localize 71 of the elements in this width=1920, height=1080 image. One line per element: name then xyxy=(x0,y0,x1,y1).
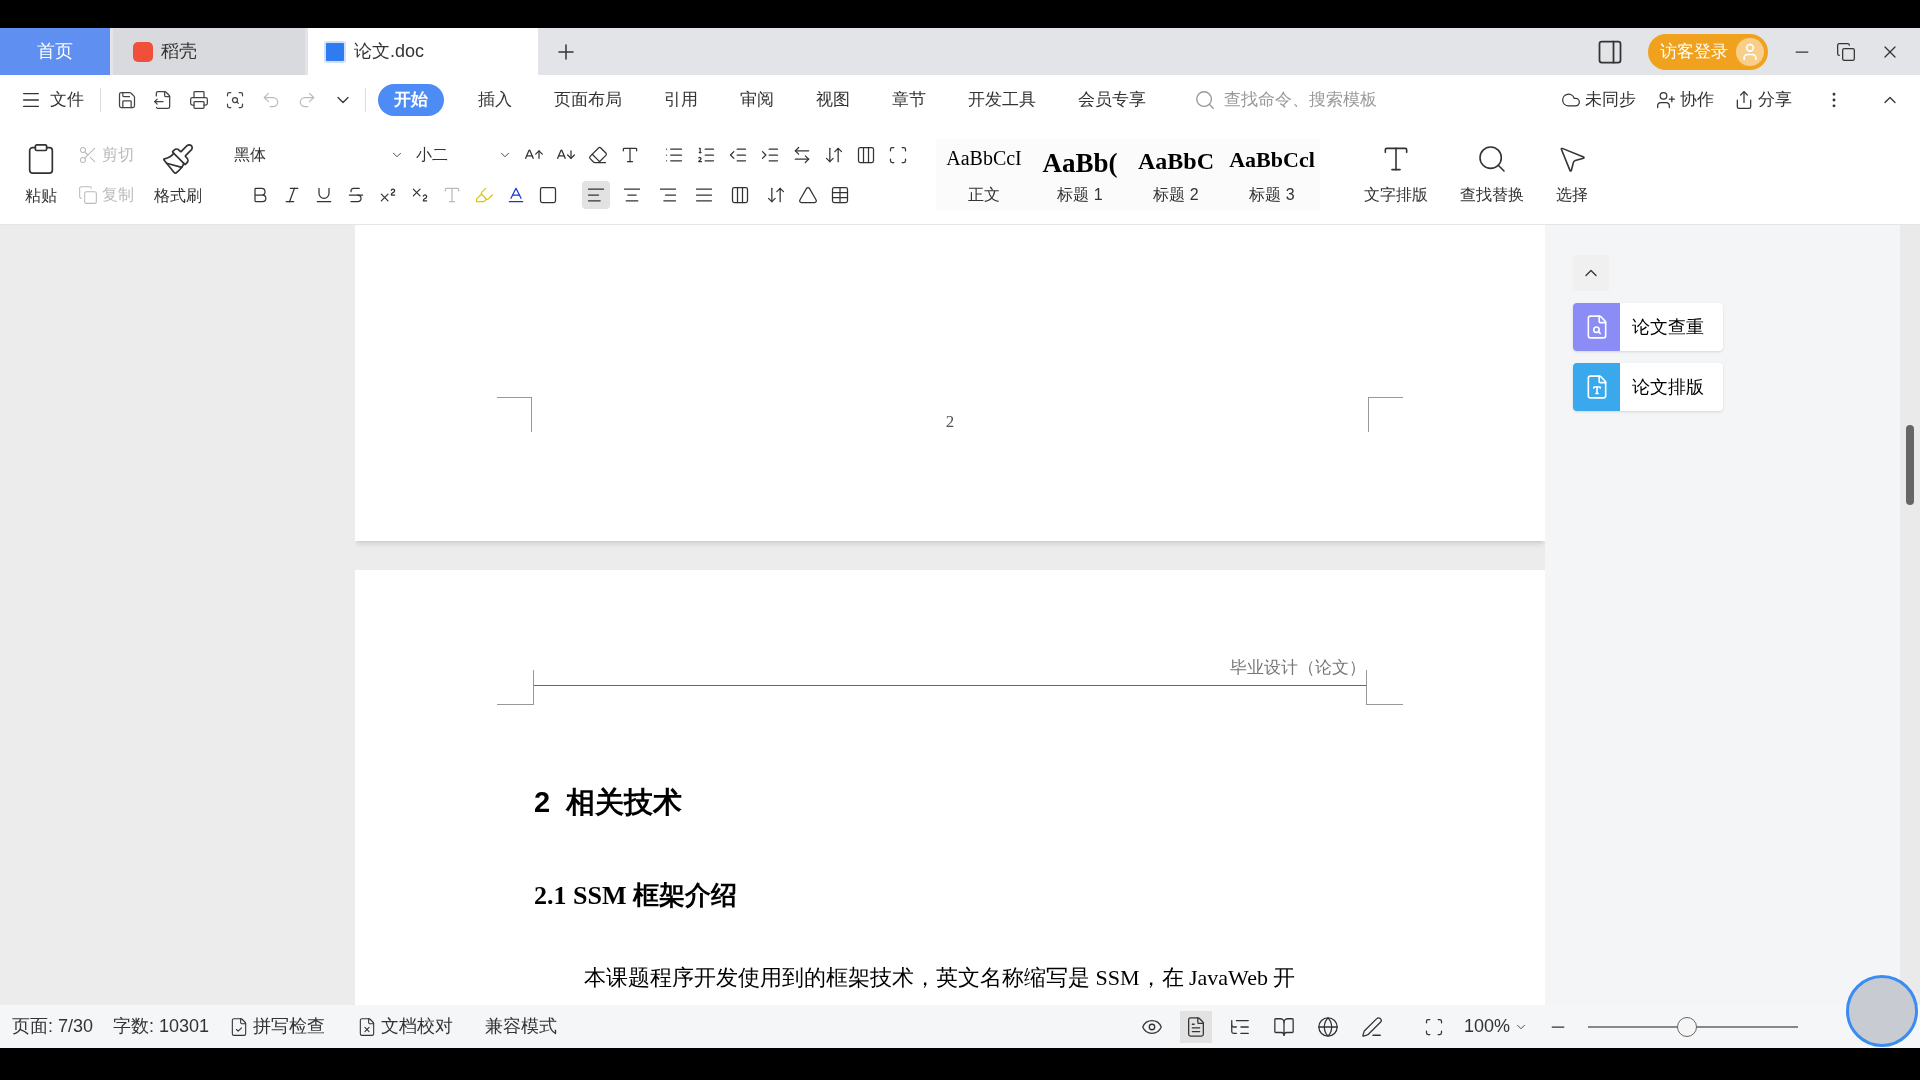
columns-icon[interactable] xyxy=(856,144,876,165)
globe-icon xyxy=(1316,1015,1339,1038)
copy-icon xyxy=(78,184,98,205)
ribbon-tab[interactable]: 引用 xyxy=(656,84,706,116)
font-select[interactable]: 黑体 xyxy=(234,140,404,169)
paste-button[interactable]: 粘贴 xyxy=(16,141,66,208)
page-number: 2 xyxy=(945,411,955,433)
eraser-icon[interactable] xyxy=(588,144,608,165)
menu-action-button[interactable]: 协作 xyxy=(1656,87,1714,113)
restore-icon[interactable] xyxy=(1836,41,1856,62)
slider-thumb[interactable] xyxy=(1677,1016,1698,1037)
compat-mode-label: 兼容模式 xyxy=(485,1015,558,1038)
flame-logo-icon xyxy=(133,41,153,62)
format-painter-button[interactable]: 格式刷 xyxy=(146,141,210,208)
text-direction-icon[interactable] xyxy=(792,144,812,165)
spell-check-button[interactable]: 拼写检查 xyxy=(229,1013,326,1040)
scissors-icon xyxy=(78,144,98,165)
ribbon-tab[interactable]: 视图 xyxy=(808,84,858,116)
character-border-icon[interactable] xyxy=(538,184,558,205)
search-icon xyxy=(1194,89,1216,111)
style-preset[interactable]: AaBbCcl 标题 3 xyxy=(1224,138,1320,211)
avatar-icon xyxy=(1736,37,1764,66)
style-preset[interactable]: AaBb( 标题 1 xyxy=(1032,138,1128,211)
style-preset[interactable]: AaBbCcI 正文 xyxy=(936,138,1032,211)
ribbon-tab[interactable]: 页面布局 xyxy=(546,84,630,116)
proofread-button[interactable]: 文档校对 xyxy=(357,1013,454,1040)
document-tab[interactable]: 稻壳 xyxy=(113,28,305,75)
crop-mark xyxy=(1366,670,1403,705)
brush-icon xyxy=(161,141,195,176)
side-panel-button[interactable]: 论文排版 xyxy=(1573,363,1723,411)
preview-icon[interactable] xyxy=(225,90,245,110)
crop-mark xyxy=(497,397,532,432)
export-icon[interactable] xyxy=(153,90,173,110)
file-menu[interactable]: 文件 xyxy=(20,87,84,113)
font-size-select[interactable]: 小二 xyxy=(416,140,512,169)
align-button[interactable] xyxy=(582,180,610,209)
heading: 2 相关技术 xyxy=(534,784,683,820)
scrollbar-thumb[interactable] xyxy=(1906,425,1914,505)
ribbon-tab[interactable]: 审阅 xyxy=(732,84,782,116)
user-plus-icon xyxy=(1656,90,1676,110)
zoom-slider[interactable] xyxy=(1588,1016,1798,1037)
body-paragraph: 本课题程序开发使用到的框架技术，英文名称缩写是 SSM，在 JavaWeb 开 xyxy=(584,964,1296,992)
ribbon-tab[interactable]: 插入 xyxy=(470,84,520,116)
menu-action-button[interactable]: 分享 xyxy=(1734,87,1792,113)
fit-page-icon[interactable] xyxy=(1423,1016,1444,1037)
page-header: 毕业设计（论文） xyxy=(1230,657,1366,679)
word-count[interactable]: 字数: 10301 xyxy=(113,1013,210,1040)
distribute-icon xyxy=(730,184,750,205)
crop-mark xyxy=(497,670,534,705)
ribbon-tool-button[interactable]: 查找替换 xyxy=(1460,142,1524,207)
save-icon[interactable] xyxy=(117,90,137,110)
zoom-select[interactable]: 100% xyxy=(1463,1013,1528,1040)
share-icon xyxy=(1734,90,1754,110)
ribbon-tab[interactable]: 章节 xyxy=(884,84,934,116)
crop-mark xyxy=(1368,397,1403,432)
side-panel-button[interactable]: 论文查重 xyxy=(1573,303,1723,351)
ribbon-tab[interactable]: 会员专享 xyxy=(1070,84,1154,116)
subheading: 2.1 SSM 框架介绍 xyxy=(534,880,737,912)
print-icon[interactable] xyxy=(189,90,209,110)
view-mode-button[interactable] xyxy=(1179,1010,1212,1043)
border-icon[interactable] xyxy=(830,184,850,205)
document-tab[interactable]: 论文.doc xyxy=(308,28,538,75)
ribbon-tool-button[interactable]: 选择 xyxy=(1556,142,1588,207)
ribbon-tool-button[interactable]: 文字排版 xyxy=(1364,142,1428,207)
menu-action-button[interactable]: 未同步 xyxy=(1561,87,1636,113)
ribbon-tab[interactable]: 开发工具 xyxy=(960,84,1044,116)
book-icon xyxy=(1272,1015,1295,1038)
page-count[interactable]: 页面: 7/30 xyxy=(12,1013,94,1040)
style-preset[interactable]: AaBbC 标题 2 xyxy=(1128,138,1224,211)
document-logo-icon xyxy=(324,40,346,63)
pen-icon xyxy=(1360,1015,1383,1038)
